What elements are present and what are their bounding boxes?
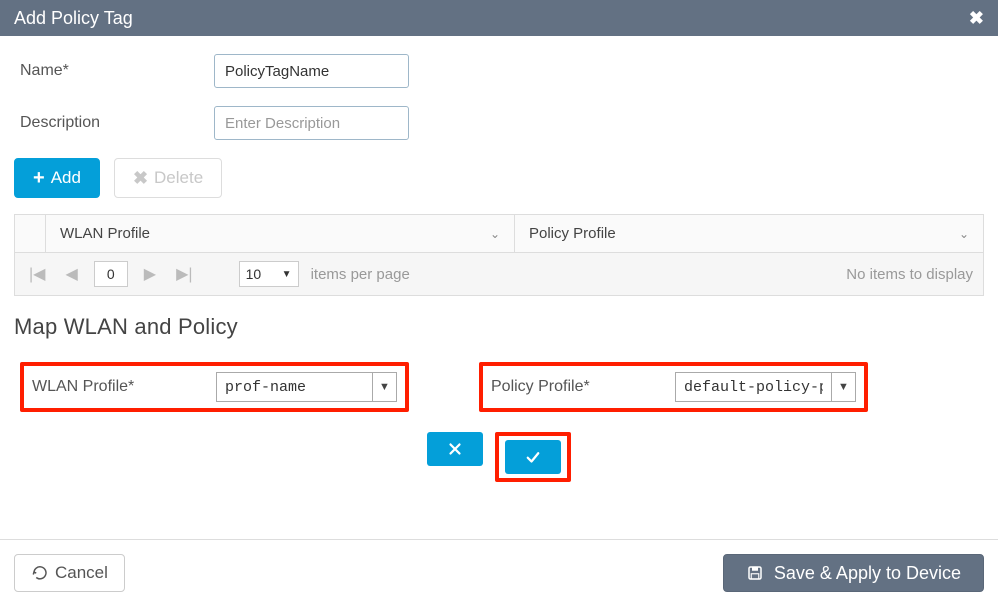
x-icon xyxy=(446,440,464,458)
grid-col-wlan-label: WLAN Profile xyxy=(60,225,150,242)
name-label: Name* xyxy=(14,62,214,80)
policy-profile-input[interactable] xyxy=(676,373,831,401)
wlan-profile-input[interactable] xyxy=(217,373,372,401)
description-label: Description xyxy=(14,114,214,132)
modal-footer: Cancel Save & Apply to Device xyxy=(0,539,998,610)
modal-titlebar: Add Policy Tag ✖ xyxy=(0,0,998,36)
items-per-page-label: items per page xyxy=(311,266,410,283)
policy-profile-label: Policy Profile* xyxy=(491,378,659,396)
save-apply-button-label: Save & Apply to Device xyxy=(774,563,961,584)
grid-header: WLAN Profile ⌄ Policy Profile ⌄ xyxy=(14,214,984,253)
map-row: WLAN Profile* ▼ Policy Profile* ▼ xyxy=(14,362,984,412)
dropdown-arrow-icon[interactable]: ▼ xyxy=(372,373,396,401)
name-row: Name* xyxy=(14,54,984,88)
description-row: Description xyxy=(14,106,984,140)
add-button-label: Add xyxy=(51,168,81,188)
description-input[interactable] xyxy=(214,106,409,140)
delete-button-label: Delete xyxy=(154,168,203,188)
wlan-profile-group: WLAN Profile* ▼ xyxy=(20,362,409,412)
add-button[interactable]: + Add xyxy=(14,158,100,198)
save-apply-button[interactable]: Save & Apply to Device xyxy=(723,554,984,592)
name-input[interactable] xyxy=(214,54,409,88)
pager: |◀ ◀ 0 ▶ ▶| 10 ▼ items per page No items… xyxy=(14,253,984,296)
policy-profile-group: Policy Profile* ▼ xyxy=(479,362,868,412)
prev-page-icon[interactable]: ◀ xyxy=(61,264,81,284)
map-confirm-row xyxy=(14,432,984,482)
policy-profile-select[interactable]: ▼ xyxy=(675,372,856,402)
check-icon xyxy=(524,448,542,466)
plus-icon: + xyxy=(33,168,45,188)
grid-col-policy[interactable]: Policy Profile ⌄ xyxy=(514,215,983,252)
grid-col-wlan[interactable]: WLAN Profile ⌄ xyxy=(45,215,514,252)
wlan-profile-label: WLAN Profile* xyxy=(32,378,200,396)
items-per-page-select[interactable]: 10 ▼ xyxy=(239,261,299,287)
first-page-icon[interactable]: |◀ xyxy=(25,264,49,284)
undo-icon xyxy=(31,564,49,582)
grid-empty-text: No items to display xyxy=(846,266,973,283)
close-icon[interactable]: ✖ xyxy=(969,8,984,29)
wlan-profile-select[interactable]: ▼ xyxy=(216,372,397,402)
grid-col-policy-label: Policy Profile xyxy=(529,225,616,242)
dropdown-arrow-icon[interactable]: ▼ xyxy=(831,373,855,401)
cancel-button-label: Cancel xyxy=(55,563,108,583)
chevron-down-icon: ⌄ xyxy=(490,227,500,241)
cancel-button[interactable]: Cancel xyxy=(14,554,125,592)
map-confirm-button[interactable] xyxy=(505,440,561,474)
dropdown-arrow-icon: ▼ xyxy=(282,269,292,280)
save-icon xyxy=(746,564,764,582)
next-page-icon[interactable]: ▶ xyxy=(140,264,160,284)
x-icon: ✖ xyxy=(133,169,148,187)
modal-title: Add Policy Tag xyxy=(14,8,133,29)
last-page-icon[interactable]: ▶| xyxy=(172,264,196,284)
items-per-page-value: 10 xyxy=(246,266,262,282)
table-action-row: + Add ✖ Delete xyxy=(14,158,984,198)
grid-checkbox-col xyxy=(15,215,45,252)
delete-button: ✖ Delete xyxy=(114,158,222,198)
map-section-title: Map WLAN and Policy xyxy=(14,314,984,340)
page-number-input[interactable]: 0 xyxy=(94,261,128,287)
chevron-down-icon: ⌄ xyxy=(959,227,969,241)
map-confirm-highlight xyxy=(495,432,571,482)
map-cancel-button[interactable] xyxy=(427,432,483,466)
